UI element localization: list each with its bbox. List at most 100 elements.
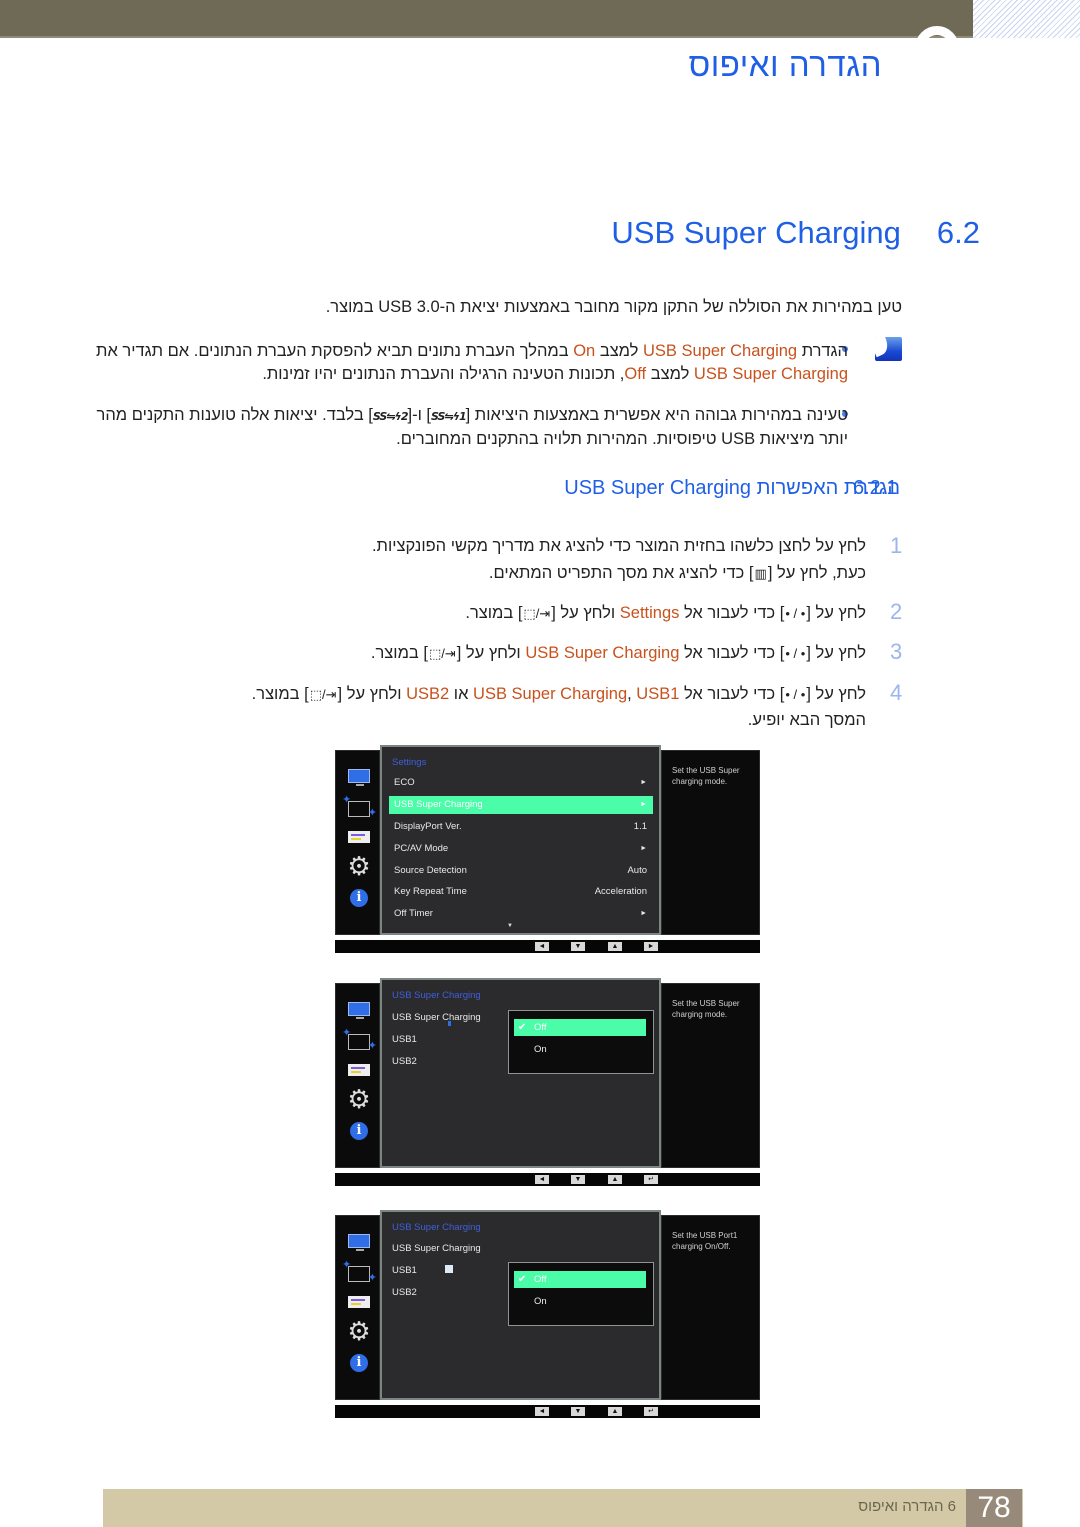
osd-item-usb-super-charging[interactable]: USB Super Charging: [392, 1012, 481, 1023]
menu-item-label: USB Super Charging: [394, 799, 483, 810]
scroll-down-icon[interactable]: ▼: [507, 923, 513, 929]
osd-sidebar: ⚙ i: [335, 983, 380, 1168]
osd-menu-item-eco[interactable]: ECO ►: [389, 774, 653, 792]
text: ולחץ על [: [337, 685, 407, 703]
enter-key-icon: ⇥/⬚: [309, 687, 337, 702]
osd-sidebar: ⚙ i: [335, 750, 380, 935]
menu-key-icon: ▥: [754, 566, 767, 581]
menu-item-label: ECO: [394, 777, 415, 788]
step-1-line-1: לחץ על לחצן כלשהו בחזית המוצר כדי להציג …: [371, 537, 866, 555]
section-title: USB Super Charging 6.2: [611, 215, 980, 251]
left-arrow-icon[interactable]: ◄: [535, 1175, 549, 1184]
note-bullet-2: טעינה במהירות גבוהה היא אפשרית באמצעות ה…: [88, 404, 848, 451]
position-icon[interactable]: [342, 1258, 377, 1284]
osd-nav-bar: ◄ ▼ ▲ ►: [335, 940, 760, 953]
monitor-icon[interactable]: [348, 1002, 370, 1019]
osd-menu-item-source-detection[interactable]: Source Detection Auto: [389, 862, 653, 880]
navigation-key-icon: • / •: [785, 606, 806, 621]
menu-item-value: 1.1: [633, 821, 647, 832]
highlight-term: USB Super Charging: [473, 685, 628, 703]
step-3: לחץ על [• / •] כדי לעבור אל USB Super Ch…: [371, 640, 866, 667]
osd-item-usb1[interactable]: USB1: [392, 1034, 417, 1045]
osd-nav-bar: ◄ ▼ ▲ ↵: [335, 1173, 760, 1186]
osd-option-dropdown: ✔ Off On: [508, 1262, 654, 1326]
subsection-title: הגדרת האפשרות USB Super Charging: [564, 477, 900, 499]
pip-icon[interactable]: [348, 1296, 370, 1308]
up-arrow-icon[interactable]: ▲: [608, 1407, 622, 1416]
text: לחץ על [: [806, 685, 866, 703]
highlight-term: USB2: [406, 685, 450, 703]
osd-item-usb1[interactable]: USB1: [392, 1265, 417, 1276]
left-arrow-icon[interactable]: ◄: [535, 1407, 549, 1416]
info-icon[interactable]: i: [350, 1122, 368, 1140]
up-arrow-icon[interactable]: ▲: [608, 942, 622, 951]
pip-icon[interactable]: [348, 831, 370, 843]
highlight-term: On: [573, 342, 596, 360]
gear-icon[interactable]: ⚙: [347, 1086, 371, 1112]
monitor-icon[interactable]: [348, 769, 370, 786]
menu-item-label: Source Detection: [394, 865, 467, 876]
chevron-right-icon: ►: [640, 910, 647, 917]
text: ] במוצר.: [251, 685, 309, 703]
highlight-term: USB Super Charging: [693, 365, 848, 383]
osd-sidebar: ⚙ i: [335, 1215, 380, 1400]
info-icon[interactable]: i: [350, 889, 368, 907]
osd-nav-bar: ◄ ▼ ▲ ↵: [335, 1405, 760, 1418]
chapter-number-circle: [915, 26, 959, 46]
option-off[interactable]: ✔ Off: [514, 1019, 646, 1036]
monitor-icon[interactable]: [348, 1234, 370, 1251]
left-arrow-icon[interactable]: ◄: [535, 942, 549, 951]
option-on[interactable]: On: [514, 1041, 646, 1058]
cursor-icon: [448, 1021, 451, 1026]
gear-icon[interactable]: ⚙: [347, 1318, 371, 1344]
osd-item-usb2[interactable]: USB2: [392, 1287, 417, 1298]
chapter-title: הגדרה ואיפוס: [688, 46, 882, 83]
text: למצב: [646, 365, 694, 383]
menu-item-label: DisplayPort Ver.: [394, 821, 462, 832]
osd-menu-item-pc-av-mode[interactable]: PC/AV Mode ►: [389, 840, 653, 858]
text: , תכונות הטעינה הרגילה והעברת הנתונים יה…: [262, 365, 625, 383]
usb1-cursor-icon: [445, 1265, 453, 1273]
step-number: 4: [890, 680, 903, 705]
text: ] ו-[: [407, 406, 432, 424]
info-icon[interactable]: i: [350, 1354, 368, 1372]
enter-icon[interactable]: ↵: [644, 1407, 658, 1416]
highlight-term: Settings: [619, 604, 680, 622]
text: ולחץ על [: [456, 644, 526, 662]
menu-item-label: Key Repeat Time: [394, 886, 467, 897]
down-arrow-icon[interactable]: ▼: [571, 1175, 585, 1184]
text: ] במוצר.: [370, 644, 428, 662]
right-arrow-icon[interactable]: ►: [644, 942, 658, 951]
step-1-line-2: כעת, לחץ על [▥] כדי להציג את מסך התפריט …: [489, 560, 866, 587]
down-arrow-icon[interactable]: ▼: [571, 942, 585, 951]
osd-item-usb-super-charging[interactable]: USB Super Charging: [392, 1243, 481, 1254]
osd-menu-panel: USB Super Charging USB Super Charging US…: [380, 1210, 661, 1400]
osd-menu-item-displayport-ver[interactable]: DisplayPort Ver. 1.1: [389, 818, 653, 836]
text: או: [449, 685, 474, 703]
page-number: 78: [966, 1489, 1022, 1527]
osd-item-usb2[interactable]: USB2: [392, 1056, 417, 1067]
step-number: 2: [890, 599, 903, 624]
step-number: 3: [890, 639, 903, 664]
step-4: לחץ על [• / •] כדי לעבור אל USB Super Ch…: [252, 681, 866, 708]
checkmark-icon: ✔: [518, 1274, 527, 1285]
gear-icon[interactable]: ⚙: [347, 853, 371, 879]
option-on[interactable]: On: [514, 1293, 646, 1310]
enter-key-icon: ⇥/⬚: [428, 646, 456, 661]
text: כעת, לחץ על [: [767, 564, 866, 582]
down-arrow-icon[interactable]: ▼: [571, 1407, 585, 1416]
osd-menu-item-usb-super-charging[interactable]: USB Super Charging ►: [389, 796, 653, 814]
position-icon[interactable]: [342, 1026, 377, 1052]
text: ] כדי להציג את מסך התפריט המתאים.: [488, 564, 754, 582]
option-off[interactable]: ✔ Off: [514, 1271, 646, 1288]
osd-menu-item-off-timer[interactable]: Off Timer ►: [389, 905, 653, 923]
pip-icon[interactable]: [348, 1064, 370, 1076]
enter-icon[interactable]: ↵: [644, 1175, 658, 1184]
step-number: 1: [890, 533, 903, 558]
text: הגדרת: [797, 342, 848, 360]
osd-usb-super-charging-screen: ⚙ i USB Super Charging USB Super Chargin…: [335, 978, 760, 1193]
header-hatch-pattern: [973, 0, 1080, 38]
osd-menu-item-key-repeat-time[interactable]: Key Repeat Time Acceleration: [389, 883, 653, 901]
position-icon[interactable]: [342, 793, 377, 819]
up-arrow-icon[interactable]: ▲: [608, 1175, 622, 1184]
